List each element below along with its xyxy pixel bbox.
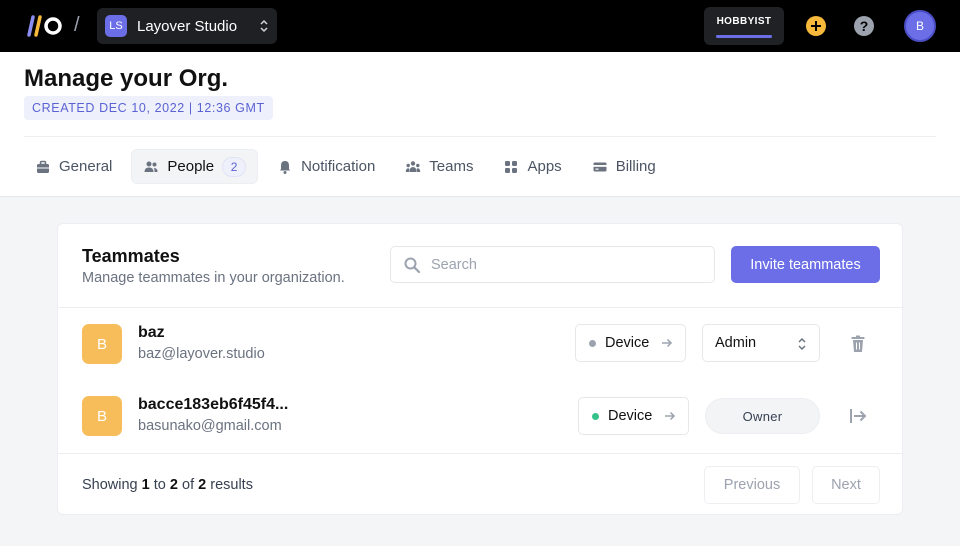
tab-label: Billing <box>615 158 656 175</box>
page-header: Manage your Org. CREATED DEC 10, 2022 | … <box>0 52 960 197</box>
role-value: Admin <box>715 335 757 351</box>
pagination-text: of <box>182 477 195 493</box>
page-title: Manage your Org. <box>24 65 229 92</box>
pagination-total: 2 <box>198 477 207 493</box>
tab-label: General <box>59 158 113 175</box>
arrow-right-icon <box>665 411 676 421</box>
plan-usage-fill <box>716 35 772 38</box>
arrow-right-icon <box>662 338 673 348</box>
pagination-summary: Showing 1 to 2 of 2 results <box>82 477 253 493</box>
member-name: baz <box>138 324 165 341</box>
member-avatar: B <box>82 324 122 364</box>
trash-icon[interactable] <box>848 334 868 354</box>
tab-apps[interactable]: Apps <box>492 149 572 184</box>
header-divider <box>24 136 936 137</box>
pagination-text: Showing <box>82 477 138 493</box>
previous-page-button[interactable]: Previous <box>704 466 800 504</box>
table-row: B baz baz@layover.studio Device Admin <box>58 308 904 380</box>
tab-people[interactable]: People 2 <box>131 149 259 184</box>
next-page-button[interactable]: Next <box>812 466 880 504</box>
created-date-badge: CREATED DEC 10, 2022 | 12:36 GMT <box>24 96 273 120</box>
bell-icon <box>280 160 291 174</box>
plan-label: HOBBYIST <box>716 16 772 27</box>
search-input[interactable] <box>431 256 701 273</box>
card-subtitle: Manage teammates in your organization. <box>82 270 345 286</box>
leave-icon[interactable] <box>848 406 868 426</box>
tab-general[interactable]: General <box>24 149 123 184</box>
member-name: bacce183eb6f45f4... <box>138 396 289 413</box>
org-name: Layover Studio <box>137 17 238 35</box>
people-count-badge: 2 <box>222 156 247 177</box>
table-row: B bacce183eb6f45f4... basunako@gmail.com… <box>58 380 904 452</box>
pagination-from: 1 <box>141 477 150 493</box>
device-status-dot <box>589 339 596 347</box>
credit-card-icon <box>593 162 607 171</box>
tab-notification[interactable]: Notification <box>266 149 386 184</box>
owner-role-badge: Owner <box>705 398 820 434</box>
plus-icon <box>811 21 821 31</box>
pagination-text: to <box>153 477 166 493</box>
top-navigation-bar: / LS Layover Studio HOBBYIST ? B <box>0 0 960 52</box>
tab-teams[interactable]: Teams <box>394 149 484 184</box>
grid-icon <box>505 160 518 173</box>
device-label: Device <box>605 335 650 351</box>
plan-usage-bar <box>716 35 772 38</box>
member-avatar: B <box>82 396 122 436</box>
create-button[interactable] <box>806 16 826 36</box>
tab-billing[interactable]: Billing <box>581 149 667 184</box>
device-label: Device <box>608 408 653 424</box>
teammates-card: Teammates Manage teammates in your organ… <box>57 223 904 515</box>
search-icon <box>404 257 421 273</box>
user-avatar[interactable]: B <box>904 10 936 42</box>
device-button[interactable]: Device <box>578 397 689 435</box>
pagination-to: 2 <box>169 477 178 493</box>
search-box[interactable] <box>390 246 715 283</box>
users-icon <box>144 161 158 172</box>
device-button[interactable]: Device <box>575 324 686 362</box>
team-icon <box>406 160 421 172</box>
help-icon[interactable]: ? <box>854 16 874 36</box>
org-switcher[interactable]: LS Layover Studio <box>97 8 277 44</box>
tab-label: Teams <box>429 158 474 175</box>
role-select[interactable]: Admin <box>702 324 820 362</box>
invite-teammates-button[interactable]: Invite teammates <box>731 246 880 283</box>
card-title: Teammates <box>82 246 180 266</box>
tab-label: People <box>167 158 215 175</box>
tab-label: Notification <box>301 158 376 175</box>
member-email: baz@layover.studio <box>138 346 265 362</box>
card-divider <box>58 453 904 454</box>
pagination-text: results <box>210 477 253 493</box>
app-logo-icon[interactable] <box>24 15 64 37</box>
chevron-updown-icon <box>798 337 806 351</box>
device-status-dot <box>592 412 599 420</box>
member-email: basunako@gmail.com <box>138 418 282 434</box>
chevron-updown-icon <box>260 19 268 33</box>
plan-usage-widget[interactable]: HOBBYIST <box>704 7 784 45</box>
briefcase-icon <box>37 160 49 173</box>
org-badge: LS <box>105 15 127 37</box>
tab-label: Apps <box>527 158 562 175</box>
settings-tabs: General People 2 Notification Teams Apps… <box>24 149 667 185</box>
breadcrumb-separator: / <box>74 14 80 36</box>
